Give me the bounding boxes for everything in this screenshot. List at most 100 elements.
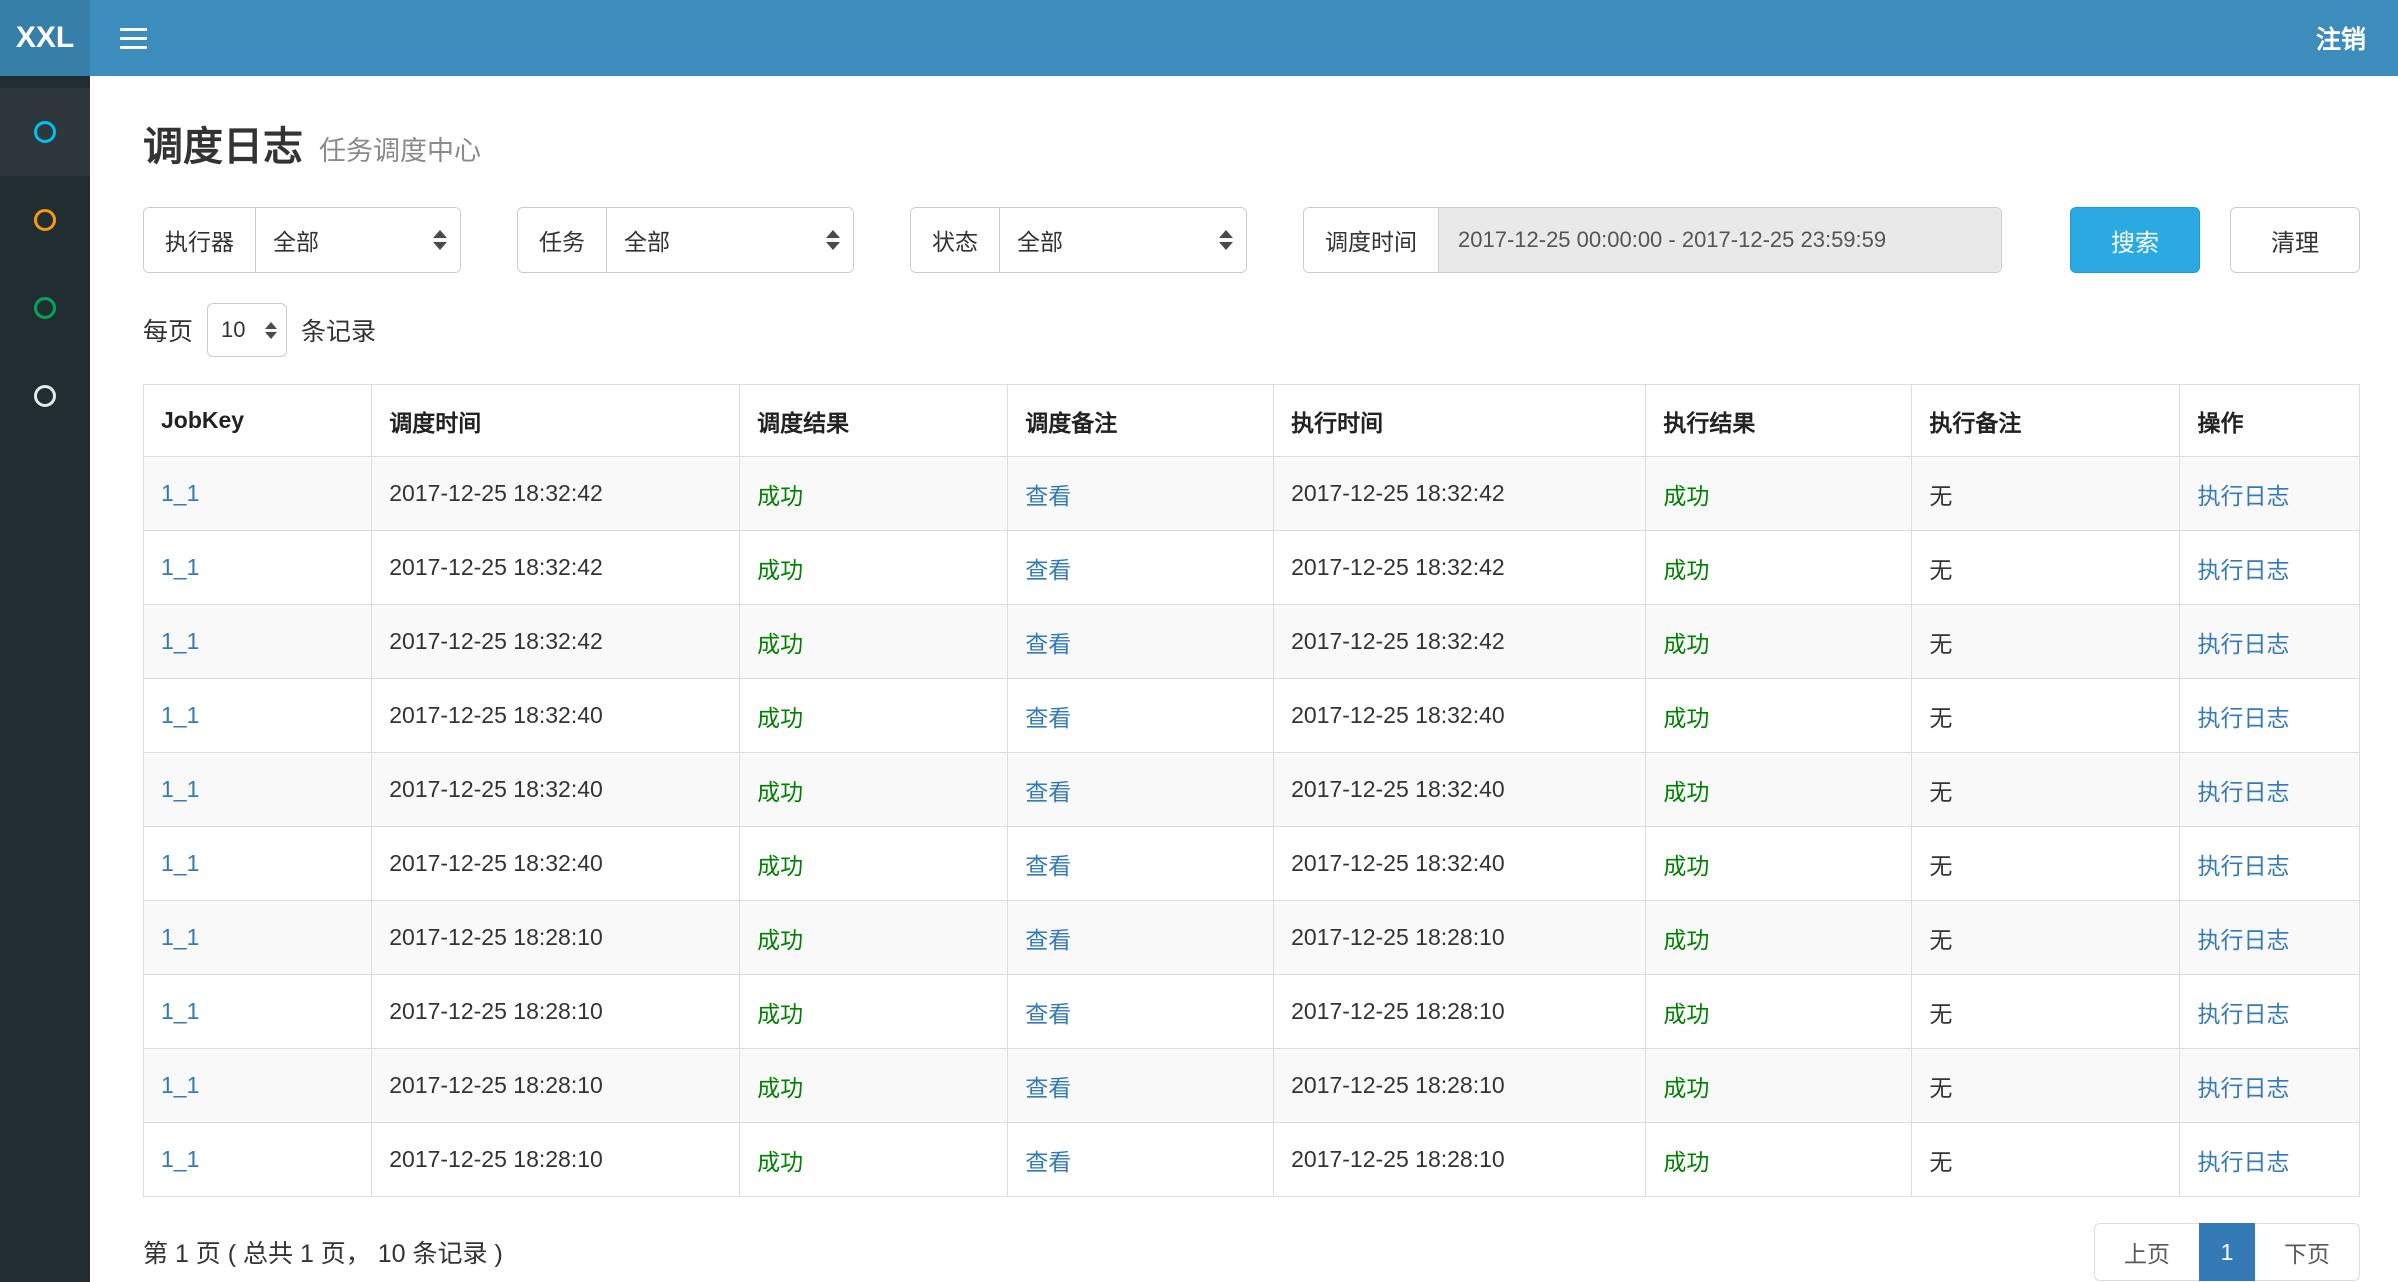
search-button[interactable]: 搜索 [2070, 207, 2200, 273]
sidebar-item-1[interactable] [0, 88, 90, 176]
header-handle-time: 执行时间 [1274, 385, 1646, 457]
next-page-button[interactable]: 下页 [2254, 1223, 2360, 1281]
action-cell: 执行日志 [2180, 605, 2360, 679]
trigger-msg-link[interactable]: 查看 [1025, 1149, 1071, 1175]
table-row: 1_1 2017-12-25 18:28:10 成功 查看 2017-12-25… [144, 1049, 2360, 1123]
table-footer: 第 1 页 ( 总共 1 页， 10 条记录 ) 上页 1 下页 [143, 1223, 2360, 1281]
sidebar-item-3[interactable] [0, 264, 90, 352]
table-row: 1_1 2017-12-25 18:28:10 成功 查看 2017-12-25… [144, 975, 2360, 1049]
action-cell: 执行日志 [2180, 531, 2360, 605]
jobkey-link[interactable]: 1_1 [161, 628, 199, 654]
job-select[interactable]: 全部 [607, 208, 853, 272]
trigger-msg-link[interactable]: 查看 [1025, 1075, 1071, 1101]
executor-select-value: 全部 [273, 223, 319, 257]
action-cell: 执行日志 [2180, 679, 2360, 753]
main-content: 调度日志 任务调度中心 执行器 全部 任务 全部 状态 [90, 76, 2398, 1282]
logout-link[interactable]: 注销 [2284, 0, 2398, 76]
trigger-result-cell: 成功 [740, 975, 1008, 1049]
jobkey-link[interactable]: 1_1 [161, 998, 199, 1024]
clear-button[interactable]: 清理 [2230, 207, 2360, 273]
status-select[interactable]: 全部 [1000, 208, 1246, 272]
exec-log-link[interactable]: 执行日志 [2197, 557, 2289, 583]
trigger-time-cell: 2017-12-25 18:32:42 [372, 605, 740, 679]
jobkey-cell: 1_1 [144, 531, 372, 605]
trigger-msg-cell: 查看 [1008, 679, 1274, 753]
page-size-suffix-label: 条记录 [301, 312, 376, 348]
trigger-time-filter-group: 调度时间 [1303, 207, 2002, 273]
handle-result-cell: 成功 [1646, 1123, 1912, 1197]
exec-log-link[interactable]: 执行日志 [2197, 705, 2289, 731]
trigger-msg-cell: 查看 [1008, 1123, 1274, 1197]
page-size-select[interactable]: 10 [207, 303, 287, 357]
exec-log-link[interactable]: 执行日志 [2197, 483, 2289, 509]
handle-msg-cell: 无 [1912, 457, 2180, 531]
trigger-msg-link[interactable]: 查看 [1025, 631, 1071, 657]
jobkey-link[interactable]: 1_1 [161, 480, 199, 506]
trigger-msg-link[interactable]: 查看 [1025, 1001, 1071, 1027]
trigger-time-cell: 2017-12-25 18:28:10 [372, 975, 740, 1049]
status-select-value: 全部 [1017, 223, 1063, 257]
trigger-msg-link[interactable]: 查看 [1025, 779, 1071, 805]
sidebar-item-4[interactable] [0, 352, 90, 440]
job-select-value: 全部 [624, 223, 670, 257]
exec-log-link[interactable]: 执行日志 [2197, 1001, 2289, 1027]
handle-msg-cell: 无 [1912, 975, 2180, 1049]
jobkey-link[interactable]: 1_1 [161, 776, 199, 802]
header-action: 操作 [2180, 385, 2360, 457]
trigger-msg-link[interactable]: 查看 [1025, 483, 1071, 509]
page-size-prefix-label: 每页 [143, 312, 193, 348]
trigger-time-cell: 2017-12-25 18:28:10 [372, 901, 740, 975]
jobkey-link[interactable]: 1_1 [161, 1072, 199, 1098]
jobkey-cell: 1_1 [144, 457, 372, 531]
trigger-msg-cell: 查看 [1008, 605, 1274, 679]
trigger-msg-link[interactable]: 查看 [1025, 705, 1071, 731]
trigger-time-range-input[interactable] [1439, 208, 2001, 272]
action-cell: 执行日志 [2180, 901, 2360, 975]
trigger-msg-link[interactable]: 查看 [1025, 927, 1071, 953]
exec-log-link[interactable]: 执行日志 [2197, 1149, 2289, 1175]
action-cell: 执行日志 [2180, 827, 2360, 901]
header-jobkey: JobKey [144, 385, 372, 457]
jobkey-link[interactable]: 1_1 [161, 850, 199, 876]
page-size-row: 每页 10 条记录 [143, 302, 2360, 358]
handle-msg-cell: 无 [1912, 753, 2180, 827]
trigger-msg-cell: 查看 [1008, 1049, 1274, 1123]
sidebar-item-2[interactable] [0, 176, 90, 264]
jobkey-link[interactable]: 1_1 [161, 702, 199, 728]
jobkey-cell: 1_1 [144, 1123, 372, 1197]
trigger-msg-link[interactable]: 查看 [1025, 557, 1071, 583]
handle-msg-cell: 无 [1912, 1049, 2180, 1123]
page-title: 调度日志 [143, 114, 303, 172]
trigger-msg-link[interactable]: 查看 [1025, 853, 1071, 879]
sidebar [0, 76, 90, 1282]
current-page-button[interactable]: 1 [2199, 1223, 2255, 1281]
hamburger-icon [120, 28, 147, 31]
handle-result-cell: 成功 [1646, 457, 1912, 531]
jobkey-link[interactable]: 1_1 [161, 1146, 199, 1172]
jobkey-link[interactable]: 1_1 [161, 554, 199, 580]
header-trigger-msg: 调度备注 [1008, 385, 1274, 457]
exec-log-link[interactable]: 执行日志 [2197, 779, 2289, 805]
executor-select[interactable]: 全部 [256, 208, 460, 272]
jobkey-cell: 1_1 [144, 605, 372, 679]
handle-time-cell: 2017-12-25 18:28:10 [1274, 901, 1646, 975]
exec-log-link[interactable]: 执行日志 [2197, 853, 2289, 879]
trigger-msg-cell: 查看 [1008, 457, 1274, 531]
exec-log-link[interactable]: 执行日志 [2197, 927, 2289, 953]
app-logo[interactable]: XXL [0, 0, 90, 76]
circle-icon [34, 121, 56, 143]
handle-result-cell: 成功 [1646, 827, 1912, 901]
trigger-msg-cell: 查看 [1008, 753, 1274, 827]
trigger-result-cell: 成功 [740, 753, 1008, 827]
table-row: 1_1 2017-12-25 18:28:10 成功 查看 2017-12-25… [144, 1123, 2360, 1197]
exec-log-link[interactable]: 执行日志 [2197, 1075, 2289, 1101]
jobkey-link[interactable]: 1_1 [161, 924, 199, 950]
handle-msg-cell: 无 [1912, 605, 2180, 679]
sidebar-toggle-button[interactable] [90, 0, 176, 76]
select-arrows-icon [433, 230, 447, 250]
exec-log-link[interactable]: 执行日志 [2197, 631, 2289, 657]
log-table-body: 1_1 2017-12-25 18:32:42 成功 查看 2017-12-25… [144, 457, 2360, 1197]
prev-page-button[interactable]: 上页 [2094, 1223, 2200, 1281]
handle-result-cell: 成功 [1646, 753, 1912, 827]
jobkey-cell: 1_1 [144, 679, 372, 753]
